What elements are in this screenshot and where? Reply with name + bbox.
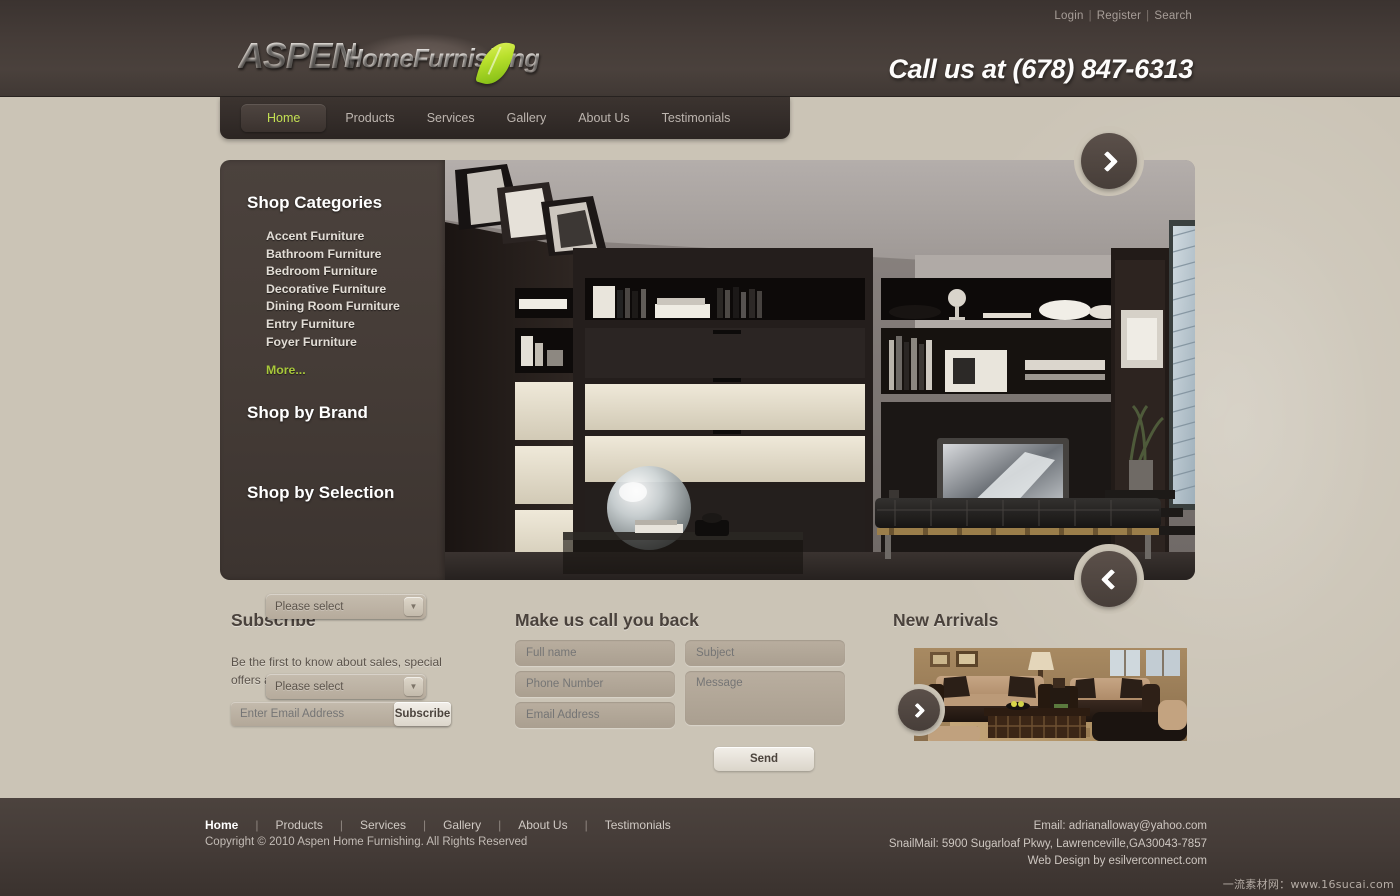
footer-nav-services[interactable]: Services: [360, 818, 406, 832]
footer-contact-info: Email: adrianalloway@yahoo.com SnailMail…: [889, 818, 1207, 871]
subscribe-section: Subscribe Be the first to know about sal…: [231, 610, 491, 726]
email-address-input[interactable]: [515, 702, 675, 728]
hero-section: Shop Categories Accent Furniture Bathroo…: [220, 160, 1195, 699]
new-arrivals-section: New Arrivals: [893, 610, 1193, 741]
shop-by-selection-select[interactable]: Please select ▼: [266, 674, 426, 699]
callback-title: Make us call you back: [515, 610, 699, 630]
register-link[interactable]: Register: [1097, 10, 1141, 22]
subscribe-button[interactable]: Subscribe: [394, 702, 451, 726]
site-header: Login | Register | Search ASPEN HomeFurnishi…: [0, 0, 1400, 97]
footer-separator: |: [339, 818, 343, 832]
footer-address: SnailMail: 5900 Sugarloaf Pkwy, Lawrence…: [888, 837, 1207, 850]
footer-separator: |: [422, 818, 427, 832]
link-separator: |: [1088, 10, 1092, 22]
shop-by-brand-select[interactable]: Please select ▼: [266, 594, 426, 619]
send-button[interactable]: Send: [714, 747, 814, 771]
footer-credit: Web Design by esilverconnect.com: [1027, 855, 1207, 867]
brand-select-value: Please select: [275, 600, 344, 613]
footer-email: Email: adrianalloway@yahoo.com: [1033, 820, 1207, 832]
new-arrivals-next-button[interactable]: [893, 684, 945, 736]
footer-nav-testimonials[interactable]: Testimonials: [605, 818, 671, 832]
login-link[interactable]: Login: [1054, 10, 1083, 22]
category-decorative-furniture[interactable]: Decorative Furniture: [266, 281, 400, 299]
footer-nav-products[interactable]: Products: [275, 818, 322, 832]
shop-sidebar: Shop Categories Accent Furniture Bathroo…: [220, 160, 445, 699]
logo-brand-primary: ASPEN: [238, 35, 357, 76]
nav-item-services[interactable]: Services: [414, 104, 488, 132]
chevron-right-icon: [1081, 133, 1137, 189]
new-arrivals-image: [914, 648, 1187, 741]
category-bathroom-furniture[interactable]: Bathroom Furniture: [266, 246, 400, 264]
shop-by-selection-title: Shop by Selection: [247, 483, 395, 502]
main-navigation: Home Products Services Gallery About Us …: [220, 97, 790, 139]
category-bedroom-furniture[interactable]: Bedroom Furniture: [266, 263, 400, 281]
nav-item-gallery[interactable]: Gallery: [494, 104, 560, 132]
footer-separator: |: [498, 818, 502, 832]
hero-next-button[interactable]: [1074, 126, 1144, 196]
footer-navigation: Home | Products | Services | Gallery | About Us |…: [205, 818, 671, 832]
site-footer: Home | Products | Services | Gallery | About Us |…: [0, 798, 1400, 896]
callback-left-fields: [515, 640, 675, 733]
link-separator: |: [1146, 10, 1150, 22]
shop-categories-list: Accent Furniture Bathroom Furniture Bedr…: [266, 228, 400, 380]
chevron-down-icon[interactable]: ▼: [404, 597, 423, 616]
category-accent-furniture[interactable]: Accent Furniture: [266, 228, 400, 246]
new-arrivals-title: New Arrivals: [893, 610, 999, 630]
selection-select-value: Please select: [275, 680, 344, 693]
nav-item-testimonials[interactable]: Testimonials: [649, 104, 744, 132]
phone-number: Call us at (678) 847-6313: [888, 54, 1193, 84]
shop-categories-title: Shop Categories: [247, 193, 383, 212]
category-entry-furniture[interactable]: Entry Furniture: [266, 316, 400, 334]
chevron-down-icon[interactable]: ▼: [404, 677, 423, 696]
nav-item-about-us[interactable]: About Us: [565, 104, 642, 132]
full-name-input[interactable]: [515, 640, 675, 666]
nav-item-products[interactable]: Products: [332, 104, 407, 132]
category-dining-room-furniture[interactable]: Dining Room Furniture: [266, 298, 400, 316]
footer-nav-about-us[interactable]: About Us: [518, 818, 567, 832]
footer-separator: |: [584, 818, 588, 832]
chevron-left-icon: [1081, 551, 1137, 607]
phone-number-input[interactable]: [515, 671, 675, 697]
callback-section: Make us call you back Send: [515, 610, 855, 771]
top-utility-links: Login | Register | Search: [1054, 10, 1192, 22]
footer-nav-gallery[interactable]: Gallery: [443, 818, 481, 832]
callback-right-fields: [685, 640, 845, 730]
watermark-text: 一流素材网：www.16sucai.com: [1222, 878, 1394, 891]
footer-separator: |: [255, 818, 259, 832]
chevron-right-icon: [898, 689, 940, 731]
message-textarea[interactable]: [685, 671, 845, 725]
subscribe-form: Subscribe: [231, 702, 451, 726]
footer-nav-home[interactable]: Home: [205, 818, 238, 832]
hero-image: [445, 160, 1195, 580]
hero-prev-button[interactable]: [1074, 544, 1144, 614]
site-logo[interactable]: ASPEN HomeFurnishing: [238, 22, 540, 90]
shop-by-brand-title: Shop by Brand: [247, 403, 368, 422]
category-foyer-furniture[interactable]: Foyer Furniture: [266, 334, 400, 352]
search-link[interactable]: Search: [1154, 10, 1192, 22]
nav-item-home[interactable]: Home: [241, 104, 327, 132]
copyright-text: Copyright © 2010 Aspen Home Furnishing. …: [205, 836, 528, 848]
subscribe-email-input[interactable]: [231, 708, 394, 720]
subject-input[interactable]: [685, 640, 845, 666]
category-more-link[interactable]: More...: [266, 362, 400, 380]
